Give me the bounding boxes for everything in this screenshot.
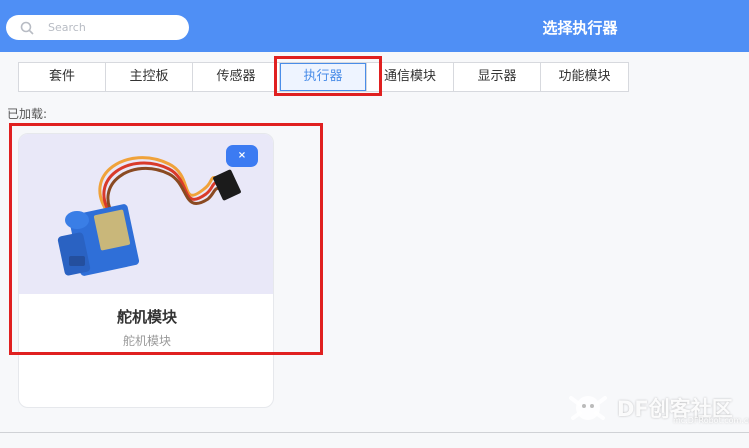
card-subtitle: 舵机模块 <box>122 334 171 348</box>
card-title: 舵机模块 <box>116 308 177 326</box>
search-icon <box>20 21 34 35</box>
search-box[interactable] <box>6 15 189 40</box>
tab-sensors[interactable]: 传感器 <box>193 63 280 91</box>
watermark: DF创客社区 mc.DFRobot.com.cn <box>565 388 749 428</box>
tab-displays[interactable]: 显示器 <box>454 63 541 91</box>
search-input[interactable] <box>48 15 183 40</box>
watermark-url: mc.DFRobot.com.cn <box>673 416 749 425</box>
watermark-text: DF创客社区 <box>617 397 733 421</box>
watermark-logo-icon <box>569 396 607 420</box>
tab-kits[interactable]: 套件 <box>19 63 106 91</box>
category-tabs: 套件 主控板 传感器 执行器 通信模块 显示器 功能模块 <box>18 62 629 92</box>
page-title: 选择执行器 <box>542 19 618 37</box>
servo-module-card[interactable]: × 舵机模块 舵机模块 <box>18 133 274 408</box>
tab-main-board[interactable]: 主控板 <box>106 63 193 91</box>
bottom-divider <box>0 432 749 433</box>
tab-function-modules[interactable]: 功能模块 <box>541 63 628 91</box>
top-bar: 选择执行器 <box>0 0 749 52</box>
tab-actuators[interactable]: 执行器 <box>280 63 367 91</box>
remove-button[interactable]: × <box>226 145 258 167</box>
loaded-label: 已加载: <box>7 107 48 121</box>
tab-communication[interactable]: 通信模块 <box>367 63 454 91</box>
